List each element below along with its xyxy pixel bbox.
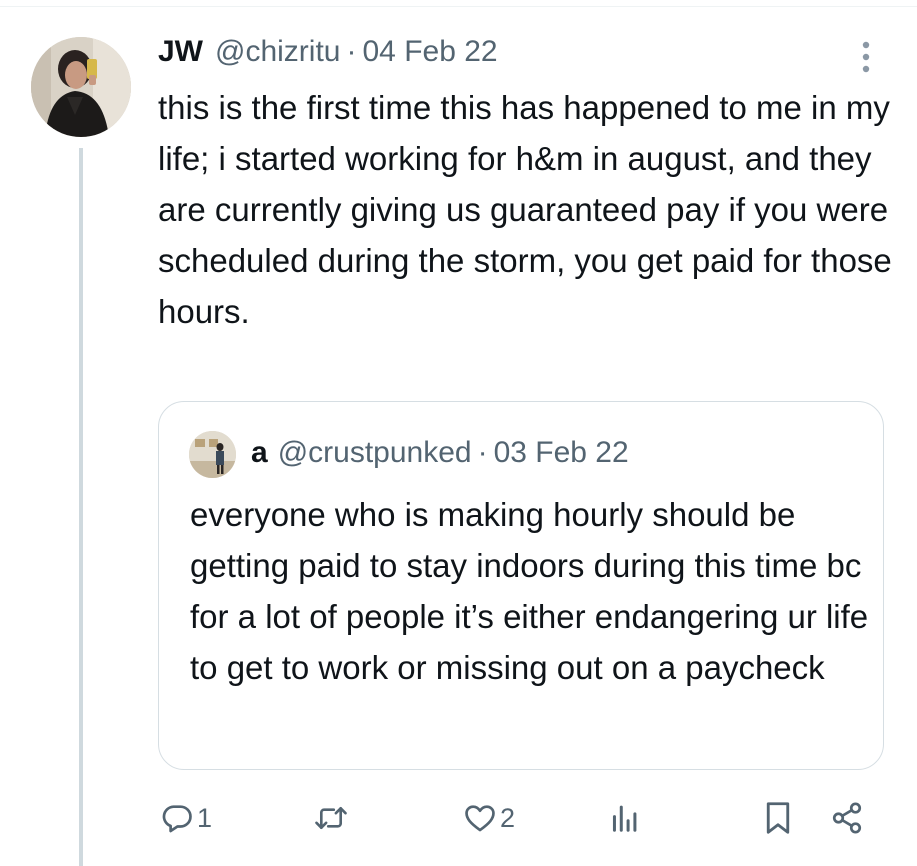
header-separator: · [346, 35, 357, 68]
author-handle[interactable]: @chizritu [215, 32, 340, 72]
bookmark-icon [763, 800, 793, 836]
retweet-icon [313, 801, 349, 835]
thread-line [79, 148, 83, 866]
retweet-button[interactable] [313, 801, 352, 835]
reply-icon [160, 801, 194, 835]
top-divider [0, 6, 917, 7]
quoted-tweet-date[interactable]: 03 Feb 22 [494, 433, 629, 473]
tweet-date[interactable]: 04 Feb 22 [362, 32, 497, 72]
share-icon [830, 800, 864, 836]
quoted-tweet-header: a @crustpunked · 03 Feb 22 [251, 433, 629, 473]
quoted-author-handle[interactable]: @crustpunked [278, 433, 472, 473]
views-icon [609, 801, 639, 835]
bookmark-button[interactable] [763, 800, 793, 836]
author-avatar[interactable] [31, 37, 131, 137]
quoted-header-separator: · [477, 436, 488, 469]
quoted-author-name[interactable]: a [251, 433, 268, 473]
tweet-header: JW @chizritu · 04 Feb 22 [158, 32, 498, 72]
like-count: 2 [500, 802, 516, 833]
like-button[interactable]: 2 [463, 801, 515, 835]
quoted-author-avatar[interactable] [189, 431, 236, 478]
reply-count: 1 [197, 802, 213, 833]
more-vertical-icon[interactable] [857, 38, 875, 78]
author-name[interactable]: JW [158, 32, 203, 72]
share-button[interactable] [830, 800, 864, 836]
quoted-tweet-card[interactable]: a @crustpunked · 03 Feb 22 everyone who … [158, 401, 884, 770]
reply-button[interactable]: 1 [160, 801, 212, 835]
views-button[interactable] [609, 801, 642, 835]
quoted-tweet-text: everyone who is making hourly should be … [190, 496, 869, 686]
tweet-text: this is the first time this has happened… [158, 89, 892, 330]
heart-icon [463, 801, 497, 835]
